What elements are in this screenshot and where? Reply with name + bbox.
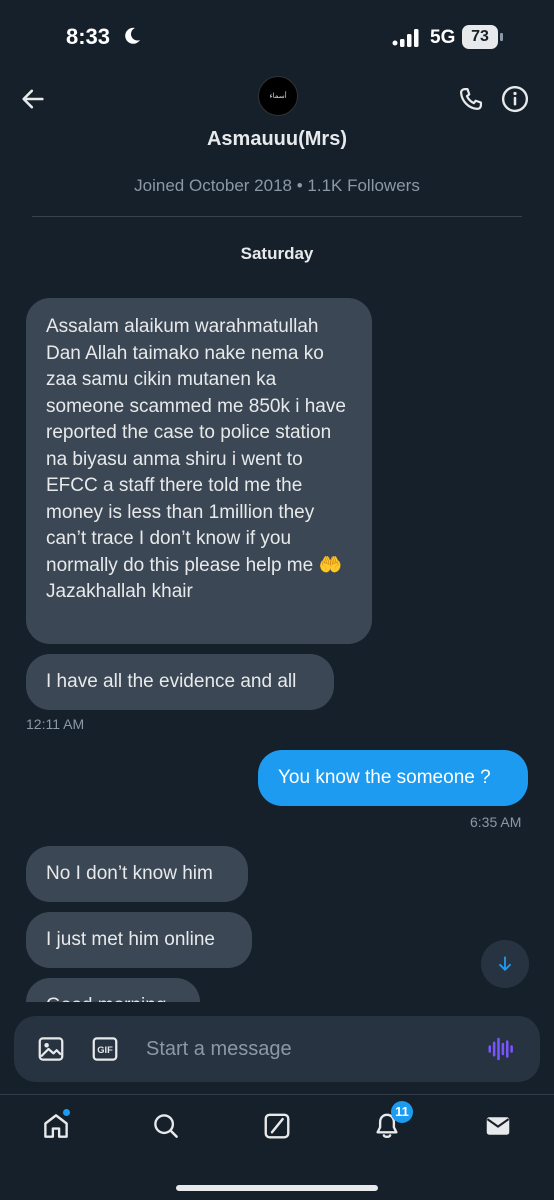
nav-notifications[interactable]: 11 (359, 1101, 415, 1143)
nav-home[interactable] (28, 1108, 84, 1143)
dm-conversation-screen: 8:33 5G 73 أسماء Asmauuu(Mrs) Joined Oct… (0, 0, 554, 1200)
info-button[interactable] (496, 80, 534, 118)
home-indicator (176, 1185, 378, 1191)
call-button[interactable] (452, 80, 490, 118)
voice-icon (488, 1037, 513, 1061)
profile-meta: Joined October 2018 • 1.1K Followers (134, 176, 420, 195)
bottom-navigation: 11 (0, 1094, 554, 1200)
phone-icon (459, 87, 483, 111)
header-divider (32, 216, 522, 217)
avatar-text: أسماء (269, 92, 287, 100)
battery-cap (500, 33, 503, 41)
message-timestamp: 6:35 AM (470, 814, 522, 830)
profile-name[interactable]: Asmauuu(Mrs) (0, 128, 554, 151)
arrow-down-icon (499, 956, 511, 971)
media-button[interactable] (36, 1034, 68, 1064)
status-time: 8:33 (66, 24, 111, 49)
mail-icon (486, 1117, 510, 1135)
status-bar: 8:33 5G 73 (0, 0, 554, 70)
message-input[interactable] (146, 1026, 466, 1072)
notification-badge: 11 (391, 1101, 413, 1123)
network-type: 5G (430, 27, 456, 48)
composer-bar: GIF (0, 1004, 554, 1094)
message-bubble-incoming[interactable]: No I don’t know him (26, 846, 248, 902)
conversation-header: أسماء Asmauuu(Mrs) Joined October 2018 •… (0, 70, 554, 220)
back-arrow-icon (22, 89, 44, 109)
message-composer: GIF (14, 1016, 540, 1082)
search-icon (154, 1114, 178, 1138)
signal-icon (392, 29, 419, 47)
scroll-to-bottom-button[interactable] (481, 940, 529, 988)
nav-grok[interactable] (249, 1109, 305, 1143)
home-unread-dot (62, 1108, 71, 1117)
nav-search[interactable] (138, 1109, 194, 1143)
message-bubble-outgoing[interactable]: You know the someone ? (258, 750, 528, 806)
gif-icon: GIF (92, 1037, 118, 1061)
avatar[interactable]: أسماء (258, 76, 298, 116)
grok-icon (264, 1113, 290, 1139)
message-bubble-incoming[interactable]: I have all the evidence and all (26, 654, 334, 710)
gif-button[interactable]: GIF (90, 1034, 122, 1064)
message-timestamp: 12:11 AM (26, 716, 85, 732)
image-icon (38, 1037, 64, 1061)
message-bubble-incoming[interactable]: Assalam alaikum warahmatullah Dan Allah … (26, 298, 372, 644)
battery-level: 73 (462, 25, 498, 49)
battery-icon: 73 (462, 25, 504, 49)
info-icon (501, 85, 529, 113)
day-separator: Saturday (240, 244, 314, 263)
voice-message-button[interactable] (486, 1034, 518, 1064)
message-bubble-incoming[interactable]: I just met him online (26, 912, 252, 968)
moon-icon (125, 27, 140, 44)
back-button[interactable] (14, 80, 52, 118)
svg-text:GIF: GIF (97, 1045, 113, 1055)
message-bubble-incoming[interactable]: Good morning (26, 978, 200, 1002)
nav-messages[interactable] (470, 1109, 526, 1143)
message-clip: Good morning (26, 978, 200, 1002)
